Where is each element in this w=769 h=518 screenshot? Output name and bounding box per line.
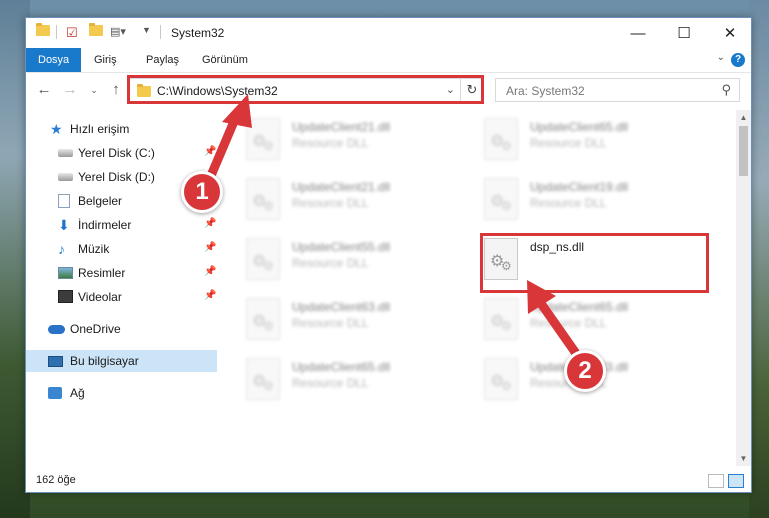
file-highlight-box xyxy=(480,233,709,293)
close-button[interactable]: ✕ xyxy=(707,18,753,48)
videos-icon xyxy=(58,290,73,303)
sidebar-item-downloads[interactable]: ⬇ İndirmeler 📌 xyxy=(26,214,217,236)
step-badge-2: 2 xyxy=(564,350,606,392)
divider xyxy=(56,25,57,39)
maximize-button[interactable]: ☐ xyxy=(661,18,707,48)
navigation-pane: ★ Hızlı erişim Yerel Disk (C:) 📌 Yerel D… xyxy=(26,110,217,466)
sidebar-item-network[interactable]: Ağ xyxy=(26,382,217,404)
music-icon: ♪ xyxy=(58,241,65,257)
chevron-down-icon[interactable]: ▼ xyxy=(142,25,151,35)
tab-share[interactable]: Paylaş xyxy=(134,48,191,72)
folder-icon xyxy=(36,23,50,36)
recent-locations-button[interactable]: ⌄ xyxy=(84,80,104,100)
sidebar-item-quick-access[interactable]: ★ Hızlı erişim xyxy=(26,118,217,140)
dll-file-icon: ⚙ ⚙ xyxy=(484,298,518,340)
pin-icon[interactable]: 📌 xyxy=(204,146,216,157)
large-icons-view-icon[interactable] xyxy=(728,474,744,488)
dll-file-icon: ⚙ ⚙ xyxy=(246,298,280,340)
file-item[interactable]: ⚙ ⚙ UpdateClient65.dll Resource DLL xyxy=(218,356,448,408)
back-button[interactable]: ← xyxy=(34,80,54,100)
scroll-down-icon[interactable]: ▼ xyxy=(736,451,751,466)
pin-icon[interactable]: 📌 xyxy=(204,242,216,253)
dll-file-icon: ⚙ ⚙ xyxy=(484,358,518,400)
search-input[interactable]: Ara: System32 ⚲ xyxy=(495,78,740,102)
address-highlight-box xyxy=(127,75,484,104)
tab-home[interactable]: Giriş xyxy=(82,48,129,72)
customize-toolbar-icon[interactable]: ▤▾ xyxy=(110,25,126,38)
star-icon: ★ xyxy=(50,121,63,137)
sidebar-item-this-pc[interactable]: Bu bilgisayar xyxy=(26,350,217,372)
scroll-up-icon[interactable]: ▲ xyxy=(736,110,751,125)
pin-icon[interactable]: 📌 xyxy=(204,266,216,277)
desktop-wallpaper-right xyxy=(749,0,769,518)
tab-view[interactable]: Görünüm xyxy=(190,48,260,72)
properties-icon[interactable]: ☑ xyxy=(66,25,78,41)
chevron-down-icon[interactable]: ⌄ xyxy=(717,52,725,63)
file-item[interactable]: ⚙ ⚙ UpdateClient65.dll Resource DLL xyxy=(456,116,686,168)
drive-icon xyxy=(58,149,73,157)
pin-icon[interactable]: 📌 xyxy=(204,218,216,229)
window-title: System32 xyxy=(171,26,225,40)
pin-icon[interactable]: 📌 xyxy=(204,290,216,301)
dll-file-icon: ⚙ ⚙ xyxy=(484,178,518,220)
dll-file-icon: ⚙ ⚙ xyxy=(246,238,280,280)
documents-icon xyxy=(58,194,70,208)
download-icon: ⬇ xyxy=(58,217,70,233)
scrollbar-thumb[interactable] xyxy=(739,126,748,176)
dll-file-icon: ⚙ ⚙ xyxy=(484,118,518,160)
file-item[interactable]: ⚙ ⚙ UpdateClient65.dll Resource DLL xyxy=(456,296,686,348)
search-placeholder: Ara: System32 xyxy=(506,84,585,98)
network-icon xyxy=(48,387,62,399)
search-icon[interactable]: ⚲ xyxy=(721,82,731,98)
file-item[interactable]: ⚙ ⚙ UpdateClient21.dll Resource DLL xyxy=(218,116,448,168)
file-item[interactable]: ⚙ ⚙ UpdateClient19.dll Resource DLL xyxy=(456,176,686,228)
dll-file-icon: ⚙ ⚙ xyxy=(246,358,280,400)
computer-icon xyxy=(48,356,63,367)
tab-file[interactable]: Dosya xyxy=(26,48,82,72)
minimize-button[interactable]: — xyxy=(615,18,661,48)
item-count: 162 öğe xyxy=(36,474,76,486)
sidebar-item-music[interactable]: ♪ Müzik 📌 xyxy=(26,238,217,260)
up-button[interactable]: ↑ xyxy=(106,80,126,100)
step-badge-1: 1 xyxy=(181,171,223,213)
file-item[interactable]: ⚙ ⚙ UpdateClient21.dll Resource DLL xyxy=(218,176,448,228)
status-bar: 162 öğe xyxy=(26,470,751,492)
dll-file-icon: ⚙ ⚙ xyxy=(246,118,280,160)
divider xyxy=(160,25,161,39)
quick-access-toolbar xyxy=(36,23,50,36)
help-icon[interactable]: ? xyxy=(731,53,745,67)
ribbon-tabs: Dosya Giriş Paylaş Görünüm ⌄ ? xyxy=(26,48,751,73)
sidebar-item-videos[interactable]: Videolar 📌 xyxy=(26,286,217,308)
forward-button[interactable]: → xyxy=(60,80,80,100)
sidebar-item-pictures[interactable]: Resimler 📌 xyxy=(26,262,217,284)
file-item[interactable]: ⚙ ⚙ UpdateClient55.dll Resource DLL xyxy=(218,236,448,288)
title-bar: ☑ ▤▾ ▼ System32 — ☐ ✕ xyxy=(26,18,751,48)
pictures-icon xyxy=(58,267,73,279)
cloud-icon xyxy=(48,325,65,334)
new-folder-icon[interactable] xyxy=(89,23,103,36)
dll-file-icon: ⚙ ⚙ xyxy=(246,178,280,220)
file-item[interactable]: ⚙⚙ UpdateClient63.dll Resource DLL xyxy=(218,296,448,348)
vertical-scrollbar[interactable]: ▲ ▼ xyxy=(736,110,751,466)
drive-icon xyxy=(58,173,73,181)
sidebar-item-onedrive[interactable]: OneDrive xyxy=(26,318,217,340)
details-view-icon[interactable] xyxy=(708,474,724,488)
sidebar-item-local-disk-c[interactable]: Yerel Disk (C:) 📌 xyxy=(26,142,217,164)
